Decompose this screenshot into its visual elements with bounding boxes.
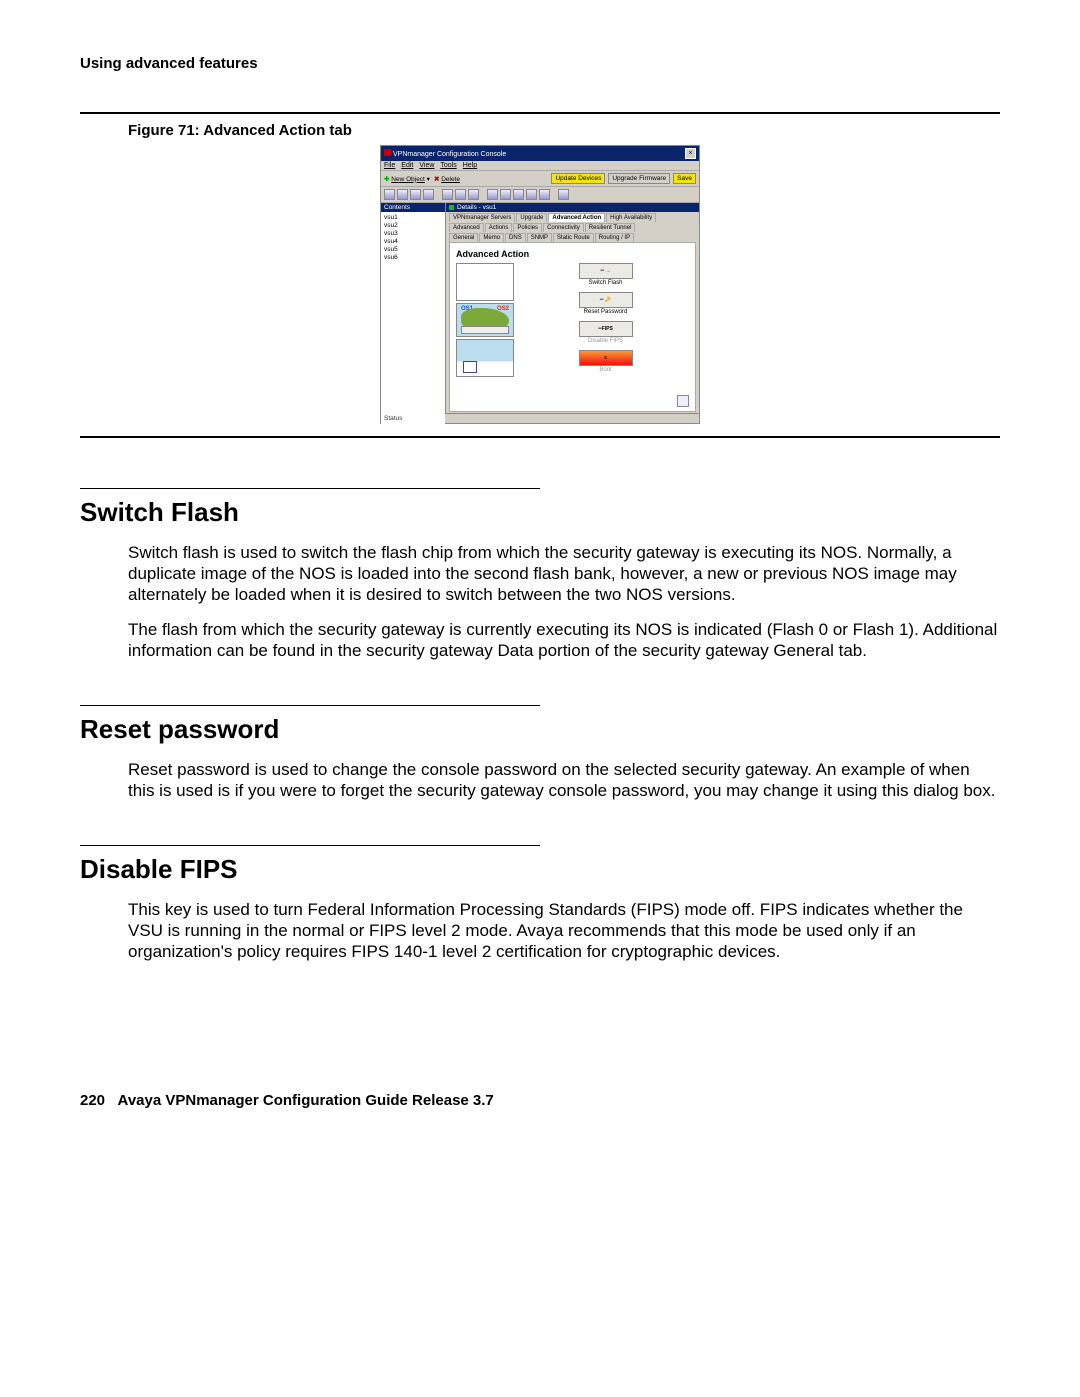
toolbar-icon[interactable]: [410, 189, 421, 200]
device-bar-icon: [461, 326, 509, 334]
close-icon[interactable]: ×: [685, 148, 696, 159]
toolbar-icon[interactable]: [442, 189, 453, 200]
menu-help[interactable]: Help: [463, 162, 477, 169]
panel-corner-icon[interactable]: [677, 395, 689, 407]
footer-title: Avaya VPNmanager Configuration Guide Rel…: [118, 1092, 494, 1109]
toolbar-icon[interactable]: [384, 189, 395, 200]
menubar: File Edit View Tools Help: [381, 161, 699, 171]
section-switch-flash: Switch Flash Switch flash is used to swi…: [80, 488, 1000, 661]
reset-password-label: Reset Password: [584, 309, 628, 315]
boot-label: Boot: [599, 367, 611, 373]
app-window: VPNmanager Configuration Console × File …: [380, 145, 700, 424]
menu-file[interactable]: File: [384, 162, 395, 169]
toolbar-icon[interactable]: [526, 189, 537, 200]
body-text: Switch flash is used to switch the flash…: [128, 542, 1000, 605]
figure-caption: Figure 71: Advanced Action tab: [128, 122, 1000, 139]
toolbar-icon[interactable]: [539, 189, 550, 200]
tab-routing-ip[interactable]: Routing / IP: [595, 233, 634, 242]
running-header: Using advanced features: [80, 55, 1000, 72]
device-slot-top: [456, 263, 514, 301]
toolbar-icon[interactable]: [558, 189, 569, 200]
tab-connectivity[interactable]: Connectivity: [543, 223, 584, 232]
body-text: This key is used to turn Federal Informa…: [128, 899, 1000, 962]
device-slot-bottom: [456, 339, 514, 377]
tab-snmp[interactable]: SNMP: [527, 233, 552, 242]
heading-reset-password: Reset password: [80, 714, 1000, 745]
tab-policies[interactable]: Policies: [513, 223, 542, 232]
panel-title: Advanced Action: [456, 249, 689, 259]
main-panel: Details - vsu1 VPNmanager Servers Upgrad…: [446, 203, 699, 413]
toolbar-icon[interactable]: [468, 189, 479, 200]
sidebar-item[interactable]: vsu5: [384, 246, 442, 254]
tab-memo[interactable]: Memo: [479, 233, 504, 242]
sidebar-list: vsu1 vsu2 vsu3 vsu4 vsu5 vsu6: [381, 212, 445, 426]
section-rule: [80, 845, 540, 846]
tab-advanced[interactable]: Advanced: [449, 223, 484, 232]
switch-flash-label: Switch Flash: [588, 280, 622, 286]
device-graphic-column: OS1 OS2: [456, 263, 516, 379]
page-number: 220: [80, 1092, 105, 1109]
section-rule: [80, 705, 540, 706]
figure-block: Figure 71: Advanced Action tab VPNmanage…: [80, 112, 1000, 438]
device-slot-mid: OS1 OS2: [456, 303, 514, 337]
tabs-row: General Memo DNS SNMP Static Route Routi…: [446, 232, 699, 242]
menu-edit[interactable]: Edit: [401, 162, 413, 169]
body-text: Reset password is used to change the con…: [128, 759, 1000, 801]
tab-dns[interactable]: DNS: [505, 233, 526, 242]
menu-view[interactable]: View: [419, 162, 434, 169]
boot-button[interactable]: ⦸: [579, 350, 633, 366]
tabs-row: Advanced Actions Policies Connectivity R…: [446, 222, 699, 232]
update-devices-button[interactable]: Update Devices: [551, 173, 605, 184]
sidebar: Contents vsu1 vsu2 vsu3 vsu4 vsu5 vsu6: [381, 203, 446, 413]
tab-advanced-action[interactable]: Advanced Action: [548, 213, 605, 222]
details-header: Details - vsu1: [446, 203, 699, 212]
tab-general[interactable]: General: [449, 233, 478, 242]
toolbar-icon[interactable]: [487, 189, 498, 200]
page-footer: 220 Avaya VPNmanager Configuration Guide…: [80, 1092, 1000, 1109]
menu-tools[interactable]: Tools: [440, 162, 456, 169]
section-disable-fips: Disable FIPS This key is used to turn Fe…: [80, 845, 1000, 962]
toolbar-icon[interactable]: [423, 189, 434, 200]
tab-resilient-tunnel[interactable]: Resilient Tunnel: [585, 223, 636, 232]
sidebar-item[interactable]: vsu1: [384, 214, 442, 222]
save-button[interactable]: Save: [673, 173, 696, 184]
disable-fips-label: Disable FIPS: [588, 338, 623, 344]
tab-static-route[interactable]: Static Route: [553, 233, 594, 242]
sidebar-item[interactable]: vsu2: [384, 222, 442, 230]
window-title: VPNmanager Configuration Console: [393, 151, 506, 158]
computer-icon: [463, 361, 477, 373]
disable-fips-button[interactable]: ═ FIPS: [579, 321, 633, 337]
sidebar-item[interactable]: vsu3: [384, 230, 442, 238]
tabs-row: VPNmanager Servers Upgrade Advanced Acti…: [446, 212, 699, 222]
toolbar-primary: ✚ New Object ▾ ✖ Delete Update Devices U…: [381, 171, 699, 187]
delete-button[interactable]: ✖ Delete: [434, 175, 460, 183]
heading-switch-flash: Switch Flash: [80, 497, 1000, 528]
tab-vpnmanager-servers[interactable]: VPNmanager Servers: [449, 213, 515, 222]
new-object-button[interactable]: ✚ New Object ▾: [384, 175, 430, 183]
sidebar-header: Contents: [381, 203, 445, 212]
section-reset-password: Reset password Reset password is used to…: [80, 705, 1000, 801]
section-rule: [80, 488, 540, 489]
app-icon: [384, 149, 391, 156]
tab-actions[interactable]: Actions: [485, 223, 513, 232]
heading-disable-fips: Disable FIPS: [80, 854, 1000, 885]
reset-password-button[interactable]: ═ 🔑: [579, 292, 633, 308]
switch-flash-button[interactable]: ═ →: [579, 263, 633, 279]
body-text: The flash from which the security gatewa…: [128, 619, 1000, 661]
tab-high-availability[interactable]: High Availability: [606, 213, 656, 222]
status-dot-icon: [449, 205, 454, 210]
tab-upgrade[interactable]: Upgrade: [516, 213, 547, 222]
toolbar-icon[interactable]: [500, 189, 511, 200]
sidebar-item[interactable]: vsu4: [384, 238, 442, 246]
window-titlebar: VPNmanager Configuration Console ×: [381, 146, 699, 161]
advanced-action-panel: Advanced Action OS1 OS2: [449, 242, 696, 412]
sidebar-item[interactable]: vsu6: [384, 254, 442, 262]
toolbar-icons: [381, 187, 699, 203]
toolbar-icon[interactable]: [397, 189, 408, 200]
toolbar-icon[interactable]: [513, 189, 524, 200]
toolbar-icon[interactable]: [455, 189, 466, 200]
upgrade-firmware-button[interactable]: Upgrade Firmware: [608, 173, 670, 184]
